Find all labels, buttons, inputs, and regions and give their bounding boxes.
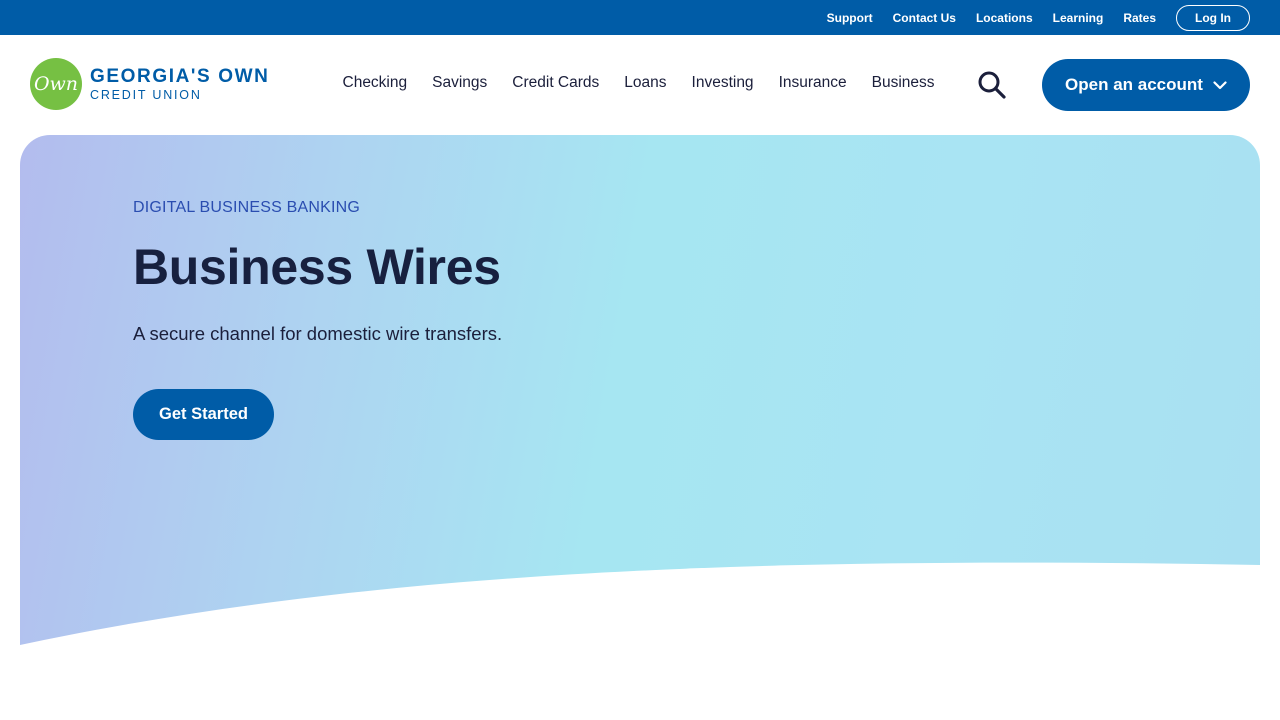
utility-link-contact-us[interactable]: Contact Us — [893, 11, 956, 25]
page-title: Business Wires — [133, 239, 501, 295]
utility-link-learning[interactable]: Learning — [1053, 11, 1104, 25]
nav-item-credit-cards[interactable]: Credit Cards — [500, 74, 612, 92]
chevron-down-icon — [1213, 80, 1227, 90]
nav-item-insurance[interactable]: Insurance — [766, 74, 859, 92]
logo-text: GEORGIA'S OWN CREDIT UNION — [90, 67, 269, 102]
utility-link-rates[interactable]: Rates — [1123, 11, 1156, 25]
hero-eyebrow: DIGITAL BUSINESS BANKING — [133, 199, 361, 216]
get-started-button[interactable]: Get Started — [133, 389, 274, 440]
search-button[interactable] — [975, 70, 1009, 100]
logo-name: GEORGIA'S OWN — [90, 65, 270, 87]
login-button[interactable]: Log In — [1176, 4, 1250, 31]
nav-item-checking[interactable]: Checking — [330, 74, 420, 92]
hero-banner: DIGITAL BUSINESS BANKING Business Wires … — [20, 135, 1260, 645]
open-account-label: Open an account — [1065, 75, 1203, 94]
nav-item-savings[interactable]: Savings — [420, 74, 500, 92]
nav-item-investing[interactable]: Investing — [679, 74, 766, 92]
search-icon — [978, 71, 1006, 99]
logo-badge: Own — [30, 58, 82, 110]
utility-link-locations[interactable]: Locations — [976, 11, 1033, 25]
logo-subtitle: CREDIT UNION — [90, 87, 202, 102]
logo[interactable]: Own GEORGIA'S OWN CREDIT UNION — [30, 58, 269, 110]
utility-bar: Support Contact Us Locations Learning Ra… — [0, 0, 1280, 35]
open-account-button[interactable]: Open an account — [1042, 59, 1250, 111]
hero-subtitle: A secure channel for domestic wire trans… — [133, 323, 503, 344]
utility-link-support[interactable]: Support — [827, 11, 873, 25]
main-nav: Checking Savings Credit Cards Loans Inve… — [330, 74, 947, 92]
nav-item-business[interactable]: Business — [859, 74, 947, 92]
nav-item-loans[interactable]: Loans — [612, 74, 679, 92]
main-header: Own GEORGIA'S OWN CREDIT UNION Checking … — [0, 35, 1280, 135]
